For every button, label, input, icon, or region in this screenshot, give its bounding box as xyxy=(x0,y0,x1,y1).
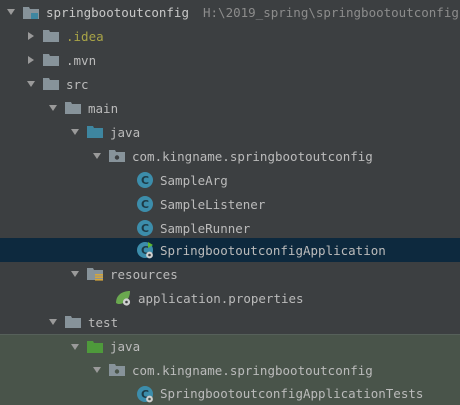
package-icon xyxy=(108,147,126,165)
tree-row-idea[interactable]: .idea xyxy=(0,24,460,48)
tree-row-sample-runner[interactable]: C SampleRunner xyxy=(0,216,460,240)
tree-row-src[interactable]: src xyxy=(0,72,460,96)
chevron-right-icon[interactable] xyxy=(24,29,38,43)
tree-row-application[interactable]: C SpringbootoutconfigApplication xyxy=(0,238,460,262)
tree-label-sample-runner: SampleRunner xyxy=(160,220,251,236)
folder-icon xyxy=(42,27,60,45)
spring-properties-icon xyxy=(114,289,132,307)
folder-icon xyxy=(42,75,60,93)
tree-row-application-tests[interactable]: C SpringbootoutconfigApplicationTests xyxy=(0,382,460,405)
source-folder-icon xyxy=(86,123,104,141)
tree-row-test[interactable]: test xyxy=(0,310,460,334)
project-tree: springbootoutconfig H:\2019_spring\sprin… xyxy=(0,0,460,405)
chevron-down-icon[interactable] xyxy=(46,101,60,115)
tree-label-sample-listener: SampleListener xyxy=(160,196,266,212)
chevron-down-icon[interactable] xyxy=(24,77,38,91)
tree-label-main: main xyxy=(88,100,119,116)
tree-label-mvn: .mvn xyxy=(66,52,97,68)
chevron-right-icon[interactable] xyxy=(24,53,38,67)
tree-row-sample-arg[interactable]: C SampleArg xyxy=(0,168,460,192)
java-class-icon: C xyxy=(136,195,154,213)
java-class-icon: C xyxy=(136,219,154,237)
tree-row-project[interactable]: springbootoutconfig H:\2019_spring\sprin… xyxy=(0,0,460,24)
tree-label-application-tests: SpringbootoutconfigApplicationTests xyxy=(160,386,424,401)
chevron-down-icon[interactable] xyxy=(4,5,18,19)
tree-row-main-java[interactable]: java xyxy=(0,120,460,144)
folder-icon xyxy=(64,313,82,331)
folder-icon xyxy=(42,51,60,69)
tree-row-test-java[interactable]: java xyxy=(0,334,460,358)
tree-label-resources: resources xyxy=(110,266,178,282)
tree-label-application: SpringbootoutconfigApplication xyxy=(160,242,386,258)
tree-row-properties[interactable]: application.properties xyxy=(0,286,460,310)
chevron-down-icon[interactable] xyxy=(90,363,104,377)
svg-text:C: C xyxy=(141,174,149,187)
tree-label-main-java: java xyxy=(110,124,141,140)
java-class-icon: C xyxy=(136,171,154,189)
test-source-folder-icon xyxy=(86,338,104,356)
chevron-down-icon[interactable] xyxy=(68,267,82,281)
tree-label-idea: .idea xyxy=(66,28,104,44)
tree-row-mvn[interactable]: .mvn xyxy=(0,48,460,72)
project-name: springbootoutconfig xyxy=(46,4,189,20)
module-folder-icon xyxy=(22,3,40,21)
tree-label-test-java: java xyxy=(110,339,141,354)
tree-row-test-package[interactable]: com.kingname.springbootoutconfig xyxy=(0,358,460,382)
tree-label-test: test xyxy=(88,314,119,330)
tree-label-main-package: com.kingname.springbootoutconfig xyxy=(132,148,373,164)
svg-text:C: C xyxy=(141,222,149,235)
project-path: H:\2019_spring\springbootoutconfig xyxy=(203,4,459,20)
tree-row-sample-listener[interactable]: C SampleListener xyxy=(0,192,460,216)
tree-label-test-package: com.kingname.springbootoutconfig xyxy=(132,362,373,378)
chevron-down-icon[interactable] xyxy=(68,340,82,354)
svg-text:C: C xyxy=(141,198,149,211)
tree-row-main[interactable]: main xyxy=(0,96,460,120)
tree-row-resources[interactable]: resources xyxy=(0,262,460,286)
chevron-down-icon[interactable] xyxy=(46,315,60,329)
resources-folder-icon xyxy=(86,265,104,283)
spring-boot-class-icon: C xyxy=(136,241,154,259)
package-icon xyxy=(108,361,126,379)
tree-row-main-package[interactable]: com.kingname.springbootoutconfig xyxy=(0,144,460,168)
tree-label-src: src xyxy=(66,76,89,92)
chevron-down-icon[interactable] xyxy=(68,125,82,139)
chevron-down-icon[interactable] xyxy=(90,149,104,163)
folder-icon xyxy=(64,99,82,117)
tree-label-properties: application.properties xyxy=(138,290,304,306)
spring-boot-test-class-icon: C xyxy=(136,385,154,403)
tree-label-sample-arg: SampleArg xyxy=(160,172,228,188)
